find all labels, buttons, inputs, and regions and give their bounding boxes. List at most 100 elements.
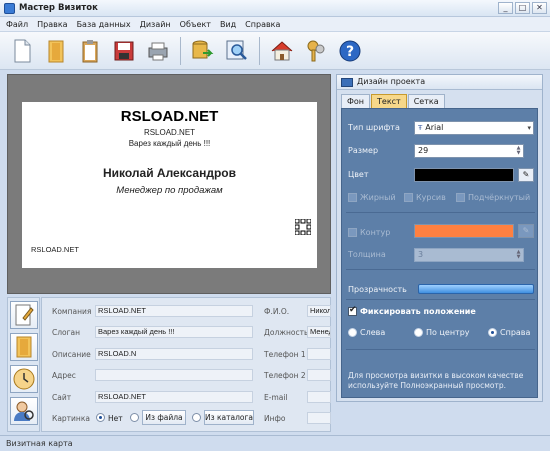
- card-site[interactable]: RSLOAD.NET: [31, 245, 79, 254]
- tab-text[interactable]: Текст: [371, 94, 407, 108]
- panel-title-bar: Дизайн проекта: [337, 75, 542, 90]
- spinner-icon[interactable]: ▲ ▼: [515, 250, 522, 260]
- clock-icon[interactable]: [10, 365, 38, 393]
- info-field[interactable]: [307, 412, 331, 424]
- spinner-icon[interactable]: ▲ ▼: [515, 146, 522, 156]
- size-value: 29: [418, 146, 429, 155]
- color-label: Цвет: [348, 170, 369, 179]
- font-select-value: Arial: [425, 123, 444, 132]
- tab-grid[interactable]: Сетка: [407, 94, 445, 108]
- card-position[interactable]: Менеджер по продажам: [22, 185, 317, 196]
- status-bar: Визитная карта: [0, 435, 550, 451]
- transparency-label: Прозрачность: [348, 285, 407, 294]
- close-button[interactable]: ✕: [532, 2, 547, 14]
- chevron-down-icon: ▾: [527, 124, 531, 132]
- toolbar: ?: [0, 32, 550, 70]
- toolbar-separator: [180, 36, 181, 65]
- font-type-label: Тип шрифта: [348, 123, 400, 132]
- from-catalog-button[interactable]: Из каталога: [204, 410, 254, 425]
- menu-design[interactable]: Дизайн: [140, 20, 171, 29]
- picture-none-label: Нет: [108, 414, 123, 423]
- side-tool-buttons: [7, 297, 40, 432]
- info-label: Инфо: [264, 414, 286, 423]
- fio-field[interactable]: Никола: [307, 305, 331, 317]
- color-picker-icon[interactable]: ✎: [518, 168, 534, 182]
- phone1-field[interactable]: [307, 348, 331, 360]
- size-input[interactable]: 29 ▲ ▼: [414, 144, 524, 158]
- svg-text:?: ?: [345, 44, 353, 60]
- align-right-radio[interactable]: [488, 328, 497, 337]
- card-preview-area: RSLOAD.NET RSLOAD.NET Варез каждый день …: [7, 74, 331, 294]
- email-field[interactable]: [307, 391, 331, 403]
- phone2-field[interactable]: [307, 369, 331, 381]
- card-company[interactable]: RSLOAD.NET: [22, 108, 317, 125]
- divider: [346, 349, 535, 350]
- print-icon[interactable]: [144, 37, 171, 64]
- menu-help[interactable]: Справка: [245, 20, 280, 29]
- new-doc-icon[interactable]: [8, 37, 35, 64]
- print-preview-icon[interactable]: [223, 37, 250, 64]
- slogan-field[interactable]: Варез каждый день !!!: [95, 326, 253, 338]
- picture-file-radio[interactable]: [130, 413, 139, 422]
- open-folder-icon[interactable]: [42, 37, 69, 64]
- monitor-icon: [341, 78, 353, 87]
- help-icon[interactable]: ?: [336, 37, 363, 64]
- design-panel: Дизайн проекта Фон Текст Сетка Тип шрифт…: [336, 74, 543, 402]
- picture-catalog-radio[interactable]: [192, 413, 201, 422]
- keys-icon[interactable]: [302, 37, 329, 64]
- description-field[interactable]: RSLOAD.N: [95, 348, 253, 360]
- align-center-radio[interactable]: [414, 328, 423, 337]
- italic-label: Курсив: [416, 193, 446, 202]
- transparency-slider[interactable]: [418, 284, 534, 294]
- window-controls: _ □ ✕: [498, 2, 547, 14]
- menu-view[interactable]: Вид: [220, 20, 236, 29]
- edit-notes-icon[interactable]: [10, 301, 38, 329]
- save-disk-icon[interactable]: [110, 37, 137, 64]
- from-file-button[interactable]: Из файла: [142, 410, 186, 425]
- maximize-button[interactable]: □: [515, 2, 530, 14]
- panel-tabs: Фон Текст Сетка: [341, 94, 446, 108]
- fix-position-checkbox[interactable]: [348, 305, 357, 316]
- outline-color-picker-icon[interactable]: ✎: [518, 224, 534, 238]
- bold-label: Жирный: [360, 193, 396, 202]
- menu-file[interactable]: Файл: [6, 20, 28, 29]
- divider: [346, 269, 535, 270]
- database-export-icon[interactable]: [189, 37, 216, 64]
- font-select[interactable]: Ŧ Arial ▾: [414, 121, 534, 135]
- thickness-input[interactable]: 3 ▲ ▼: [414, 248, 524, 262]
- align-left-radio[interactable]: [348, 328, 357, 337]
- outline-checkbox[interactable]: [348, 228, 357, 237]
- user-search-icon[interactable]: [10, 397, 38, 425]
- app-icon: [4, 2, 15, 14]
- underline-checkbox[interactable]: [456, 193, 465, 202]
- menu-database[interactable]: База данных: [77, 20, 131, 29]
- book-icon[interactable]: [10, 333, 38, 361]
- italic-checkbox[interactable]: [404, 193, 413, 202]
- picture-none-radio[interactable]: [96, 413, 105, 422]
- site-field[interactable]: RSLOAD.NET: [95, 391, 253, 403]
- menu-object[interactable]: Объект: [180, 20, 211, 29]
- card-slogan[interactable]: Варез каждый день !!!: [22, 139, 317, 148]
- text-color-swatch[interactable]: [414, 168, 514, 182]
- minimize-button[interactable]: _: [498, 2, 513, 14]
- address-field[interactable]: [95, 369, 253, 381]
- fio-label: Ф.И.О.: [264, 307, 290, 316]
- align-center-label: По центру: [426, 328, 470, 337]
- bold-checkbox[interactable]: [348, 193, 357, 202]
- company-label: Компания: [52, 307, 92, 316]
- card-name[interactable]: Николай Александров: [22, 166, 317, 180]
- size-label: Размер: [348, 146, 379, 155]
- clipboard-icon[interactable]: [76, 37, 103, 64]
- menu-edit[interactable]: Правка: [37, 20, 67, 29]
- resize-handle-icon[interactable]: [295, 219, 311, 235]
- business-card[interactable]: RSLOAD.NET RSLOAD.NET Варез каждый день …: [22, 102, 317, 268]
- home-icon[interactable]: [268, 37, 295, 64]
- underline-label: Подчёркнутый: [468, 193, 531, 202]
- outline-color-swatch[interactable]: [414, 224, 514, 238]
- company-field[interactable]: RSLOAD.NET: [95, 305, 253, 317]
- tab-background[interactable]: Фон: [341, 94, 371, 108]
- card-company-small[interactable]: RSLOAD.NET: [22, 128, 317, 137]
- fix-position-label: Фиксировать положение: [360, 307, 476, 316]
- phone2-label: Телефон 2: [264, 371, 306, 380]
- post-field[interactable]: Менедж: [307, 326, 331, 338]
